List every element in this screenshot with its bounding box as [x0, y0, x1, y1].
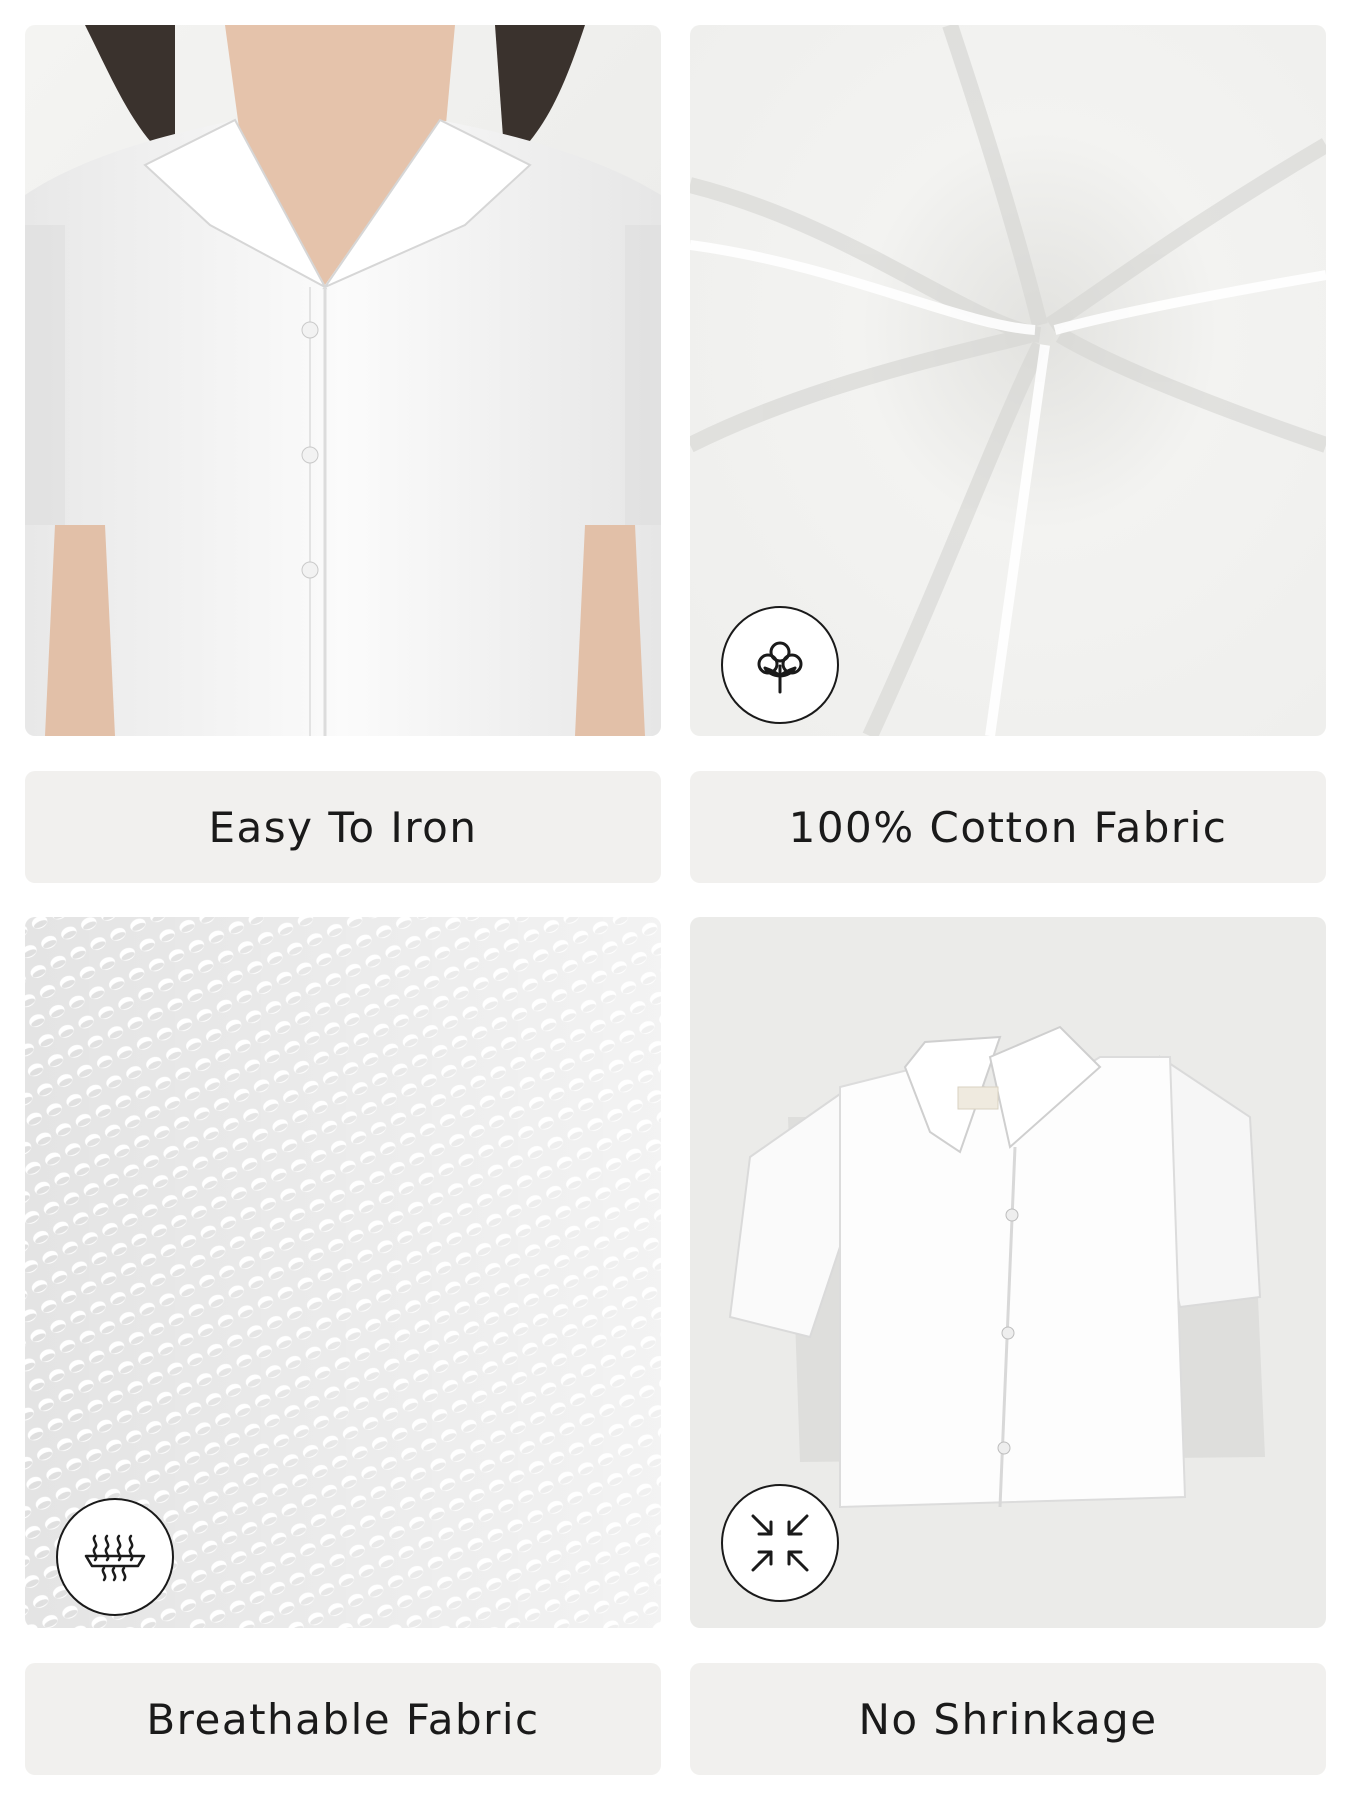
model-shirt-photo	[25, 25, 661, 736]
no-shrink-arrows-icon	[751, 1514, 809, 1572]
feature-label-breathable-fabric: Breathable Fabric	[25, 1663, 661, 1775]
no-shrink-badge	[721, 1484, 839, 1602]
cotton-flower-icon	[757, 641, 803, 694]
cotton-badge	[721, 606, 839, 724]
breathable-fabric-icon	[84, 1534, 146, 1582]
feature-label-easy-to-iron: Easy To Iron	[25, 771, 661, 883]
breathable-badge	[56, 1498, 174, 1616]
feature-label-cotton-fabric: 100% Cotton Fabric	[690, 771, 1326, 883]
feature-label-no-shrinkage: No Shrinkage	[690, 1663, 1326, 1775]
